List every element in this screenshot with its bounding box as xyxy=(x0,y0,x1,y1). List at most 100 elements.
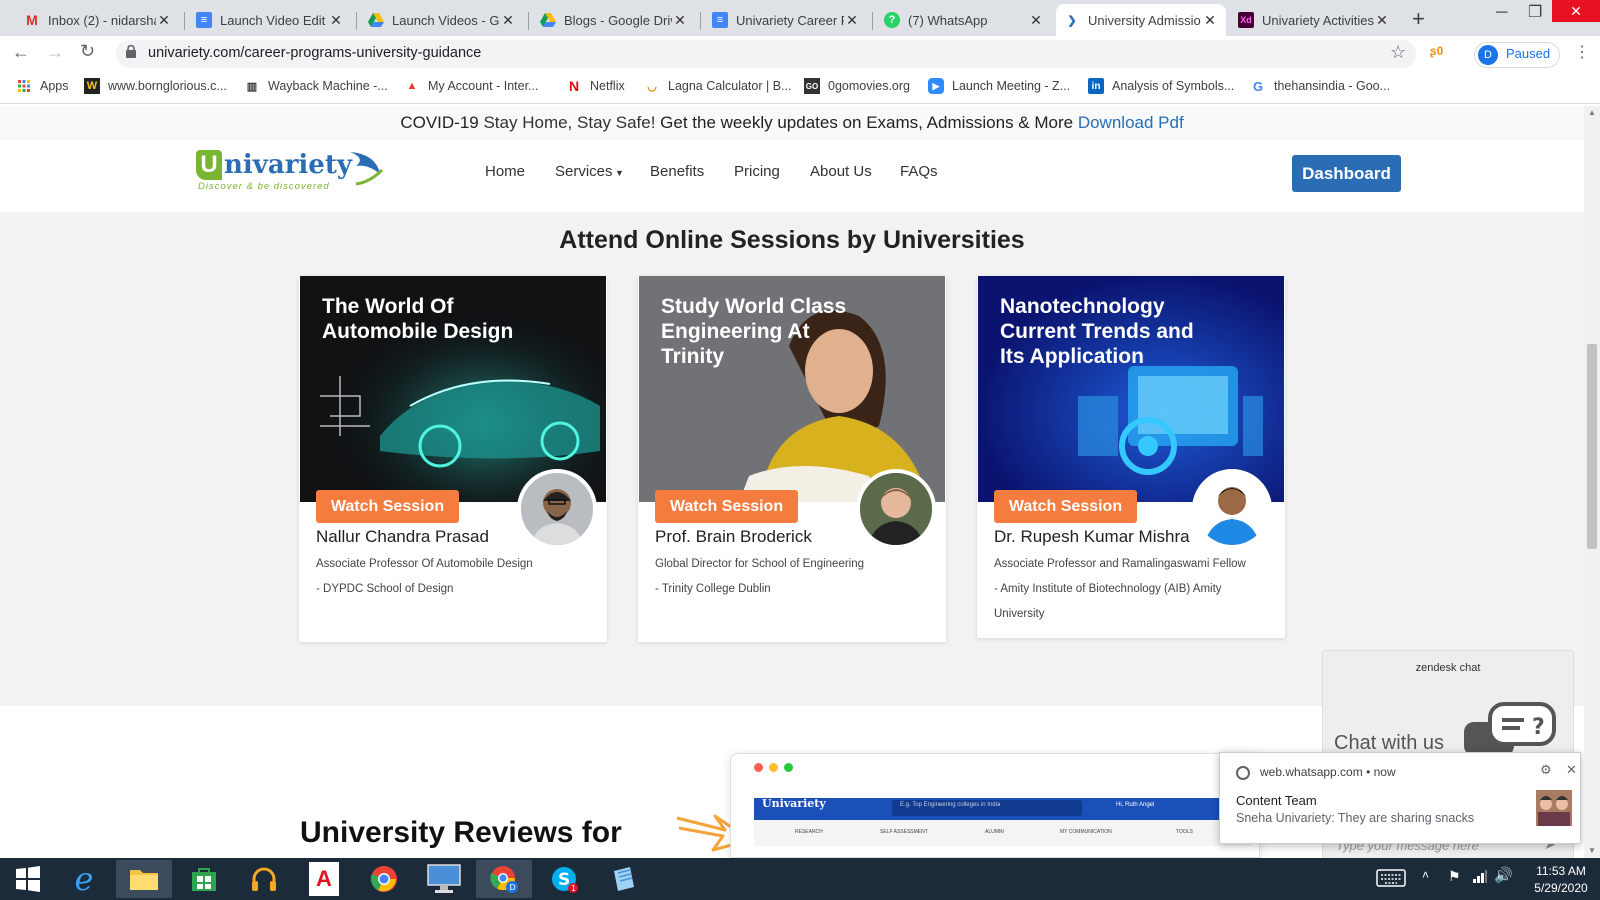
avatar xyxy=(1192,469,1272,549)
tab-gmail[interactable]: M Inbox (2) - nidarsha ✕ xyxy=(16,4,180,36)
scroll-down-icon[interactable]: ▼ xyxy=(1588,846,1596,855)
nav-pricing[interactable]: Pricing xyxy=(734,163,780,180)
chrome-profile-icon[interactable]: D xyxy=(476,860,532,898)
nav-about-us[interactable]: About Us xyxy=(810,163,872,180)
mockup-menu-communication: MY COMMUNICATION xyxy=(1060,829,1112,835)
menu-dots-icon[interactable]: ⋮ xyxy=(1574,42,1590,62)
window-close-icon[interactable]: ✕ xyxy=(1552,0,1600,22)
close-icon[interactable]: ✕ xyxy=(500,12,516,29)
dashboard-button[interactable]: Dashboard xyxy=(1292,155,1401,192)
headphones-icon[interactable] xyxy=(236,860,292,898)
nav-home[interactable]: Home xyxy=(485,163,525,180)
bookmark-gomovies[interactable]: GO 0gomovies.org xyxy=(804,78,910,94)
session-card-image[interactable]: The World Of Automobile Design xyxy=(300,276,606,502)
nav-faqs[interactable]: FAQs xyxy=(900,163,938,180)
logo-wordmark: nivariety xyxy=(224,150,352,180)
bookmark-wayback[interactable]: ▥ Wayback Machine -... xyxy=(244,78,388,94)
flag-icon[interactable]: ⚑ xyxy=(1448,868,1461,885)
url-text[interactable]: univariety.com/career-programs-universit… xyxy=(148,45,481,61)
close-icon[interactable]: ✕ xyxy=(1374,12,1390,29)
close-icon[interactable]: ✕ xyxy=(328,12,344,29)
tab-whatsapp[interactable]: ? (7) WhatsApp ✕ xyxy=(876,4,1052,36)
close-icon[interactable]: ✕ xyxy=(1202,12,1218,29)
notepad-icon[interactable] xyxy=(596,860,652,898)
store-icon[interactable] xyxy=(176,860,232,898)
univariety-logo[interactable]: U nivariety Discover & be discovered xyxy=(196,148,396,196)
tab-launch-video-edit[interactable]: ≡ Launch Video Edit T ✕ xyxy=(188,4,352,36)
window-dot-green xyxy=(784,763,793,772)
clock-time: 11:53 AM xyxy=(1536,864,1586,878)
bookmark-lagna[interactable]: ◡ Lagna Calculator | B... xyxy=(644,78,791,94)
nav-services[interactable]: Services ▼ xyxy=(555,163,624,180)
minimize-icon[interactable]: ─ xyxy=(1496,4,1507,22)
reload-icon[interactable]: ↻ xyxy=(80,41,95,62)
avatar xyxy=(856,469,936,549)
chevron-up-icon[interactable]: ˄ xyxy=(1422,868,1429,882)
bookmark-star-icon[interactable]: ☆ xyxy=(1390,42,1406,63)
netflix-icon: N xyxy=(568,78,580,94)
bookmark-hansindia[interactable]: G thehansindia - Goo... xyxy=(1250,78,1390,94)
gomovies-icon: GO xyxy=(804,78,820,94)
avatar xyxy=(517,469,597,549)
nav-benefits[interactable]: Benefits xyxy=(650,163,704,180)
lenovo-monitor-icon[interactable] xyxy=(416,860,472,898)
svg-text:D: D xyxy=(510,883,516,892)
close-icon[interactable]: ✕ xyxy=(1566,762,1577,778)
watch-session-button[interactable]: Watch Session xyxy=(316,490,459,523)
tab-launch-videos[interactable]: Launch Videos - Go ✕ xyxy=(360,4,524,36)
speaker-org: - Trinity College Dublin xyxy=(655,583,771,595)
bookmark-zoom[interactable]: ▶ Launch Meeting - Z... xyxy=(928,78,1070,94)
xd-icon: Xd xyxy=(1238,12,1254,28)
zoom-icon: ▶ xyxy=(928,78,944,94)
gear-icon[interactable]: ⚙ xyxy=(1540,762,1552,778)
bookmark-netflix[interactable]: N Netflix xyxy=(566,78,625,94)
back-icon[interactable]: ← xyxy=(12,42,30,63)
tab-univariety-activities[interactable]: Xd Univariety Activities ✕ xyxy=(1230,4,1398,36)
internet-explorer-icon[interactable]: e xyxy=(56,860,112,898)
logo-bird-icon xyxy=(350,152,384,186)
svg-text:?: ? xyxy=(1532,715,1545,740)
window-dot-red xyxy=(754,763,763,772)
session-card-image[interactable]: Study World Class Engineering At Trinity xyxy=(639,276,945,502)
bookmark-analysis[interactable]: in Analysis of Symbols... xyxy=(1088,78,1234,94)
adobe-icon[interactable]: A xyxy=(296,860,352,898)
speaker-name: Dr. Rupesh Kumar Mishra xyxy=(994,527,1190,546)
scroll-up-icon[interactable]: ▲ xyxy=(1588,108,1596,117)
forward-icon[interactable]: → xyxy=(46,42,64,63)
download-pdf-link[interactable]: Download Pdf xyxy=(1078,113,1184,132)
keyboard-icon[interactable] xyxy=(1376,869,1406,892)
session-title: The World Of Automobile Design xyxy=(322,295,514,343)
close-icon[interactable]: ✕ xyxy=(844,12,860,29)
network-icon[interactable] xyxy=(1472,868,1488,889)
close-icon[interactable]: ✕ xyxy=(672,12,688,29)
start-icon[interactable] xyxy=(0,860,56,898)
scroll-thumb[interactable] xyxy=(1587,344,1597,549)
watch-session-button[interactable]: Watch Session xyxy=(655,490,798,523)
skype-icon[interactable]: S1 xyxy=(536,860,592,898)
lock-icon[interactable] xyxy=(126,44,136,63)
mockup-menu-tools: TOOLS xyxy=(1176,829,1193,835)
extension-icon[interactable]: ʂ0 xyxy=(1430,44,1443,58)
bookmark-bornglorious[interactable]: W www.bornglorious.c... xyxy=(84,78,227,94)
volume-icon[interactable]: 🔊 xyxy=(1494,866,1513,884)
maximize-icon[interactable]: ❐ xyxy=(1528,2,1542,22)
close-icon[interactable]: ✕ xyxy=(156,12,172,29)
chat-bubble-icon: ? xyxy=(1464,702,1556,756)
system-clock[interactable]: 11:53 AM 5/29/2020 xyxy=(1526,863,1596,897)
whatsapp-icon: ? xyxy=(884,12,900,28)
tab-blogs[interactable]: Blogs - Google Driv ✕ xyxy=(532,4,696,36)
tab-separator xyxy=(528,12,529,30)
tab-univariety-career[interactable]: ≡ Univariety Career P ✕ xyxy=(704,4,868,36)
bookmark-my-account[interactable]: ▲ My Account - Inter... xyxy=(404,78,539,94)
covid-label: COVID-19 xyxy=(400,113,479,132)
bookmark-apps[interactable]: Apps xyxy=(16,78,69,94)
close-icon[interactable]: ✕ xyxy=(1028,12,1044,29)
new-tab-icon[interactable]: + xyxy=(1412,6,1425,32)
tab-university-admission[interactable]: ❯ University Admissio ✕ xyxy=(1056,4,1226,36)
chrome-icon[interactable] xyxy=(356,860,412,898)
watch-session-button[interactable]: Watch Session xyxy=(994,490,1137,523)
file-explorer-icon[interactable] xyxy=(116,860,172,898)
speaker-name: Prof. Brain Broderick xyxy=(655,527,812,546)
session-card-image[interactable]: Nanotechnology Current Trends and Its Ap… xyxy=(978,276,1284,502)
speaker-org: - Amity Institute of Biotechnology (AIB)… xyxy=(994,583,1222,620)
